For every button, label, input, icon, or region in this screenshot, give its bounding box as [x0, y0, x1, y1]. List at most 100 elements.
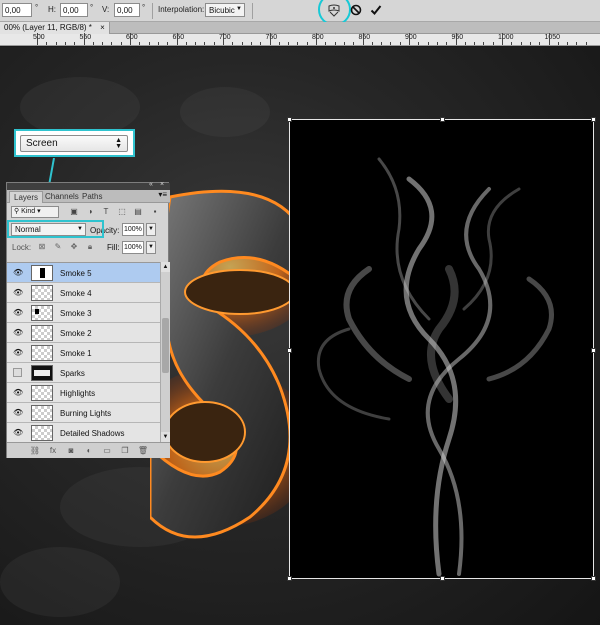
transform-handle[interactable]: [591, 348, 596, 353]
layer-row[interactable]: 👁︎ Highlights: [7, 383, 160, 403]
transform-handle[interactable]: [591, 576, 596, 581]
layer-row[interactable]: 👁︎ Smoke 3: [7, 303, 160, 323]
layer-name: Burning Lights: [60, 409, 112, 418]
ruler-minor-tick: [157, 42, 159, 45]
link-layers-icon[interactable]: ⛓: [29, 446, 41, 456]
ruler-minor-tick: [576, 42, 578, 45]
document-title: 00% (Layer 11, RGB/8) *: [4, 23, 92, 32]
ruler-major-tick: [37, 33, 38, 45]
cancel-transform-icon[interactable]: [350, 3, 362, 17]
layer-list-scrollbar[interactable]: ▲ ▼: [160, 262, 170, 442]
add-mask-icon[interactable]: ◙: [65, 446, 77, 456]
layer-row[interactable]: 👁︎ Detailed Shadows: [7, 423, 160, 442]
ruler-minor-tick: [325, 42, 327, 45]
layer-row[interactable]: 👁︎ Smoke 5: [7, 263, 160, 283]
layer-style-icon[interactable]: fx: [47, 446, 59, 456]
adjustment-layer-icon[interactable]: ◐: [83, 446, 95, 456]
close-icon[interactable]: ×: [160, 181, 164, 188]
v-field[interactable]: 0,00: [114, 3, 140, 17]
visibility-eye-icon[interactable]: 👁︎: [13, 328, 23, 337]
visibility-eye-icon[interactable]: 👁︎: [13, 268, 23, 277]
filter-toggle-icon[interactable]: ▪: [150, 207, 160, 217]
layer-row[interactable]: 👁︎ Burning Lights: [7, 403, 160, 423]
layer-thumbnail: [31, 285, 53, 301]
layer-name: Smoke 2: [60, 329, 92, 338]
ruler-minor-tick: [399, 42, 401, 45]
ruler-tick-label: 950: [451, 34, 464, 41]
new-layer-icon[interactable]: ❐: [119, 446, 131, 456]
ruler-minor-tick: [213, 42, 215, 45]
lock-image-icon[interactable]: ✎: [53, 242, 63, 252]
layer-row[interactable]: 👁︎ Smoke 4: [7, 283, 160, 303]
layer-thumbnail: [31, 325, 53, 341]
layer-thumbnail: [31, 385, 53, 401]
lock-transparency-icon[interactable]: ⊠: [37, 242, 47, 252]
transform-handle[interactable]: [440, 576, 445, 581]
commit-transform-icon[interactable]: [370, 3, 382, 17]
new-group-icon[interactable]: ▭: [101, 446, 113, 456]
transform-handle[interactable]: [287, 117, 292, 122]
ruler-minor-tick: [492, 42, 494, 45]
collapse-icon[interactable]: «: [149, 181, 153, 188]
ruler-minor-tick: [241, 42, 243, 45]
trash-icon[interactable]: 🗑︎: [137, 446, 149, 456]
ruler-minor-tick: [567, 42, 569, 45]
lock-position-icon[interactable]: ✥: [69, 242, 79, 252]
layer-filter-row: ⚲ Kind ▾ ▣ ◑ T ⬚ ▤ ▪: [7, 204, 170, 220]
visibility-eye-icon[interactable]: 👁︎: [13, 428, 23, 437]
transform-handle[interactable]: [440, 117, 445, 122]
free-transform-bounding-box[interactable]: [287, 117, 596, 581]
shape-filter-icon[interactable]: ⬚: [117, 207, 127, 217]
callout-blend-value: Screen: [26, 138, 58, 149]
layer-name: Smoke 4: [60, 289, 92, 298]
opacity-dropdown-icon[interactable]: ▼: [146, 223, 156, 236]
x-field[interactable]: 0,00: [2, 3, 32, 17]
layer-row[interactable]: 👁︎ Smoke 2: [7, 323, 160, 343]
layer-thumbnail: [31, 425, 53, 441]
visibility-eye-icon[interactable]: 👁︎: [13, 408, 23, 417]
layer-row[interactable]: 👁︎ Smoke 1: [7, 343, 160, 363]
ruler-minor-tick: [288, 42, 290, 45]
adjustment-filter-icon[interactable]: ◑: [85, 207, 95, 217]
h-field[interactable]: 0,00: [60, 3, 88, 17]
visibility-toggle-empty[interactable]: [13, 368, 22, 377]
visibility-eye-icon[interactable]: 👁︎: [13, 288, 23, 297]
close-icon[interactable]: ×: [100, 23, 105, 32]
ruler-minor-tick: [334, 42, 336, 45]
tab-layers[interactable]: Layers: [9, 191, 44, 203]
pixel-filter-icon[interactable]: ▣: [69, 207, 79, 217]
document-tab-bar: 00% (Layer 11, RGB/8) * ×: [0, 22, 600, 34]
visibility-eye-icon[interactable]: 👁︎: [13, 388, 23, 397]
layer-name: Smoke 1: [60, 349, 92, 358]
layer-row[interactable]: Sparks: [7, 363, 160, 383]
ruler-minor-tick: [474, 42, 476, 45]
panel-menu-icon[interactable]: ▾≡: [158, 190, 167, 199]
ruler-minor-tick: [232, 42, 234, 45]
scroll-thumb[interactable]: [162, 318, 169, 373]
type-filter-icon[interactable]: T: [101, 207, 111, 217]
smart-object-filter-icon[interactable]: ▤: [133, 207, 143, 217]
fill-field[interactable]: 100%: [122, 241, 144, 254]
interpolation-select[interactable]: Bicubic ▼: [205, 3, 245, 17]
fill-dropdown-icon[interactable]: ▼: [146, 241, 156, 254]
screen-blend-select[interactable]: Screen ▲ ▼: [20, 135, 128, 152]
scroll-up-icon[interactable]: ▲: [161, 262, 170, 272]
tab-channels[interactable]: Channels: [41, 191, 83, 203]
document-tab[interactable]: 00% (Layer 11, RGB/8) * ×: [0, 22, 110, 34]
visibility-eye-icon[interactable]: 👁︎: [13, 348, 23, 357]
transform-handle[interactable]: [287, 576, 292, 581]
ruler-tick-label: 1050: [544, 34, 561, 41]
horizontal-ruler[interactable]: 500 550 600 650 700 750 800 850 900 950 1000 1050: [0, 33, 600, 46]
lock-all-icon[interactable]: 🔒︎: [85, 242, 95, 252]
ruler-tick-label: 800: [312, 34, 324, 41]
tab-paths[interactable]: Paths: [78, 191, 106, 203]
transform-handle[interactable]: [287, 348, 292, 353]
opacity-field[interactable]: 100%: [122, 223, 144, 236]
ruler-minor-tick: [278, 42, 280, 45]
visibility-eye-icon[interactable]: 👁︎: [13, 308, 23, 317]
ruler-major-tick: [362, 33, 364, 45]
scroll-down-icon[interactable]: ▼: [161, 432, 170, 442]
ruler-minor-tick: [371, 42, 373, 45]
filter-kind-select[interactable]: ⚲ Kind ▾: [11, 206, 59, 218]
transform-handle[interactable]: [591, 117, 596, 122]
